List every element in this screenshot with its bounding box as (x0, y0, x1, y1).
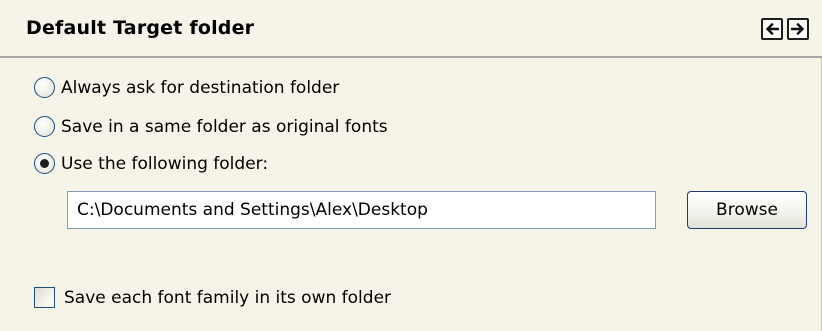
browse-button[interactable]: Browse (687, 191, 807, 229)
radio-button-selected[interactable] (34, 153, 55, 174)
radio-selected-dot (40, 159, 49, 168)
radio-label: Always ask for destination folder (61, 77, 340, 98)
radio-button[interactable] (34, 77, 55, 98)
radio-always-ask[interactable]: Always ask for destination folder (34, 77, 339, 98)
arrow-left-icon (765, 23, 779, 35)
panel-header: Default Target folder (0, 0, 822, 58)
panel-title: Default Target folder (26, 17, 255, 39)
next-button[interactable] (787, 18, 809, 40)
default-target-folder-panel: Default Target folder Always ask for des… (0, 0, 822, 331)
checkbox-family-folder[interactable]: Save each font family in its own folder (34, 287, 391, 308)
radio-button[interactable] (34, 116, 55, 137)
radio-label: Save in a same folder as original fonts (61, 116, 388, 137)
radio-use-following-folder[interactable]: Use the following folder: (34, 153, 268, 174)
folder-path-input[interactable] (67, 191, 656, 229)
checkbox-label: Save each font family in its own folder (64, 287, 392, 308)
radio-label: Use the following folder: (61, 153, 269, 174)
checkbox[interactable] (34, 287, 55, 308)
previous-button[interactable] (761, 18, 783, 40)
arrow-right-icon (791, 23, 805, 35)
radio-same-folder[interactable]: Save in a same folder as original fonts (34, 116, 388, 137)
